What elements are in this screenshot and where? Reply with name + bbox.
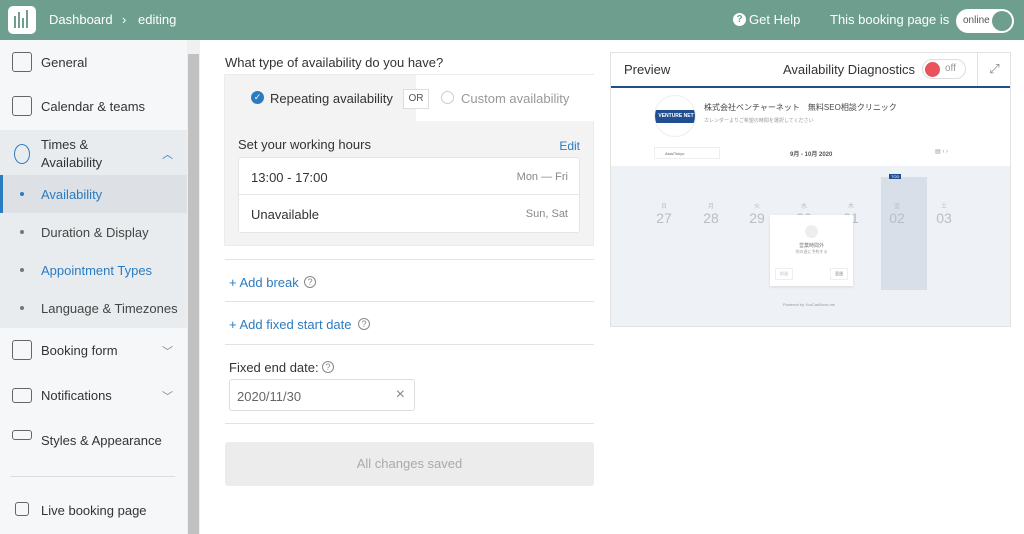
availability-question: What type of availability do you have? xyxy=(225,55,444,70)
external-link-icon xyxy=(15,502,29,516)
breadcrumb-current: editing xyxy=(138,12,177,27)
or-label: OR xyxy=(403,89,429,109)
sidebar-item-notifications[interactable]: Notifications ﹀ xyxy=(0,385,187,405)
diagnostics-label: Availability Diagnostics xyxy=(783,62,915,77)
end-date-label: Fixed end date: xyxy=(229,360,319,375)
edit-link[interactable]: Edit xyxy=(559,139,580,153)
sidebar-sub-availability[interactable]: Availability xyxy=(0,175,187,213)
sidebar: General Calendar & teams Times & Availab… xyxy=(0,40,187,534)
app-logo[interactable] xyxy=(8,6,36,34)
option-custom[interactable]: Custom availability xyxy=(461,91,569,106)
preview-panel: Preview Availability Diagnostics off ⤢ V… xyxy=(610,52,1011,327)
help-icon[interactable]: ? xyxy=(358,318,370,330)
watch-icon xyxy=(14,144,30,164)
breadcrumb-dashboard[interactable]: Dashboard xyxy=(49,12,113,27)
toggle-label: online xyxy=(963,15,990,26)
divider xyxy=(10,476,175,477)
availability-box: ✓ Repeating availability OR Custom avail… xyxy=(224,74,594,246)
add-break-link[interactable]: + Add break xyxy=(229,275,299,290)
calendar-nav-icon[interactable]: ▤ ‹ › xyxy=(935,148,948,155)
sidebar-item-general[interactable]: General xyxy=(0,52,187,72)
radio-checked-icon[interactable]: ✓ xyxy=(251,91,264,104)
envelope-icon xyxy=(12,388,32,403)
form-edit-icon xyxy=(12,340,32,360)
sidebar-item-times[interactable]: Times & Availability ︿ xyxy=(0,134,187,174)
company-logo: VENTURE NET xyxy=(654,95,696,137)
chevron-down-icon: ﹀ xyxy=(162,346,173,358)
diagnostics-toggle[interactable]: off xyxy=(922,59,966,79)
calendar-person-icon xyxy=(12,96,32,116)
hours-card: 13:00 - 17:00 Mon — Fri Unavailable Sun, S… xyxy=(238,157,580,233)
sidebar-scrollbar[interactable] xyxy=(187,40,200,534)
expand-icon[interactable]: ⤢ xyxy=(977,53,1011,87)
id-card-icon xyxy=(12,52,32,72)
timezone-select[interactable]: Asia/Tokyo xyxy=(654,147,720,159)
add-start-date-link[interactable]: + Add fixed start date xyxy=(229,317,352,332)
get-help-link[interactable]: Get Help xyxy=(749,12,800,27)
booking-page-preview: VENTURE NET 株式会社ベンチャーネット 無料SEO相談クリニック カレ… xyxy=(611,88,1010,326)
status-label: This booking page is xyxy=(830,12,950,27)
sidebar-item-styles[interactable]: Styles & Appearance xyxy=(0,430,187,450)
help-icon[interactable]: ? xyxy=(304,276,316,288)
hours-row: 13:00 - 17:00 Mon — Fri xyxy=(239,158,579,195)
radio-unchecked-icon[interactable] xyxy=(441,91,454,104)
sidebar-item-calendar[interactable]: Calendar & teams xyxy=(0,96,187,116)
chevron-up-icon: ︿ xyxy=(162,149,173,161)
option-repeating[interactable]: Repeating availability xyxy=(270,91,393,106)
chevron-down-icon: ﹀ xyxy=(162,391,173,403)
live-booking-link[interactable]: Live booking page xyxy=(0,500,187,520)
no-availability-card: 営業時間外 別の週に予約する 前週 翌週 xyxy=(770,215,853,286)
hours-row: Unavailable Sun, Sat xyxy=(251,207,568,222)
preview-title: Preview xyxy=(624,62,671,77)
clear-icon[interactable]: × xyxy=(396,386,405,404)
breadcrumb-separator-icon: › xyxy=(122,12,127,27)
online-toggle[interactable]: online xyxy=(956,9,1014,33)
help-icon[interactable]: ? xyxy=(322,361,334,373)
sidebar-sub-duration[interactable]: Duration & Display xyxy=(0,213,187,251)
top-bar: Dashboard › editing ? Get Help This book… xyxy=(0,0,1024,40)
help-icon[interactable]: ? xyxy=(733,13,746,26)
sidebar-sub-appointment-types[interactable]: Appointment Types xyxy=(0,251,187,289)
save-button[interactable]: All changes saved xyxy=(225,442,594,486)
paint-roller-icon xyxy=(12,430,32,440)
working-hours-title: Set your working hours xyxy=(238,137,371,152)
end-date-input[interactable]: 2020/11/30 × xyxy=(229,379,415,411)
sidebar-sub-language[interactable]: Language & Timezones xyxy=(0,289,187,327)
sidebar-item-booking-form[interactable]: Booking form ﹀ xyxy=(0,340,187,360)
